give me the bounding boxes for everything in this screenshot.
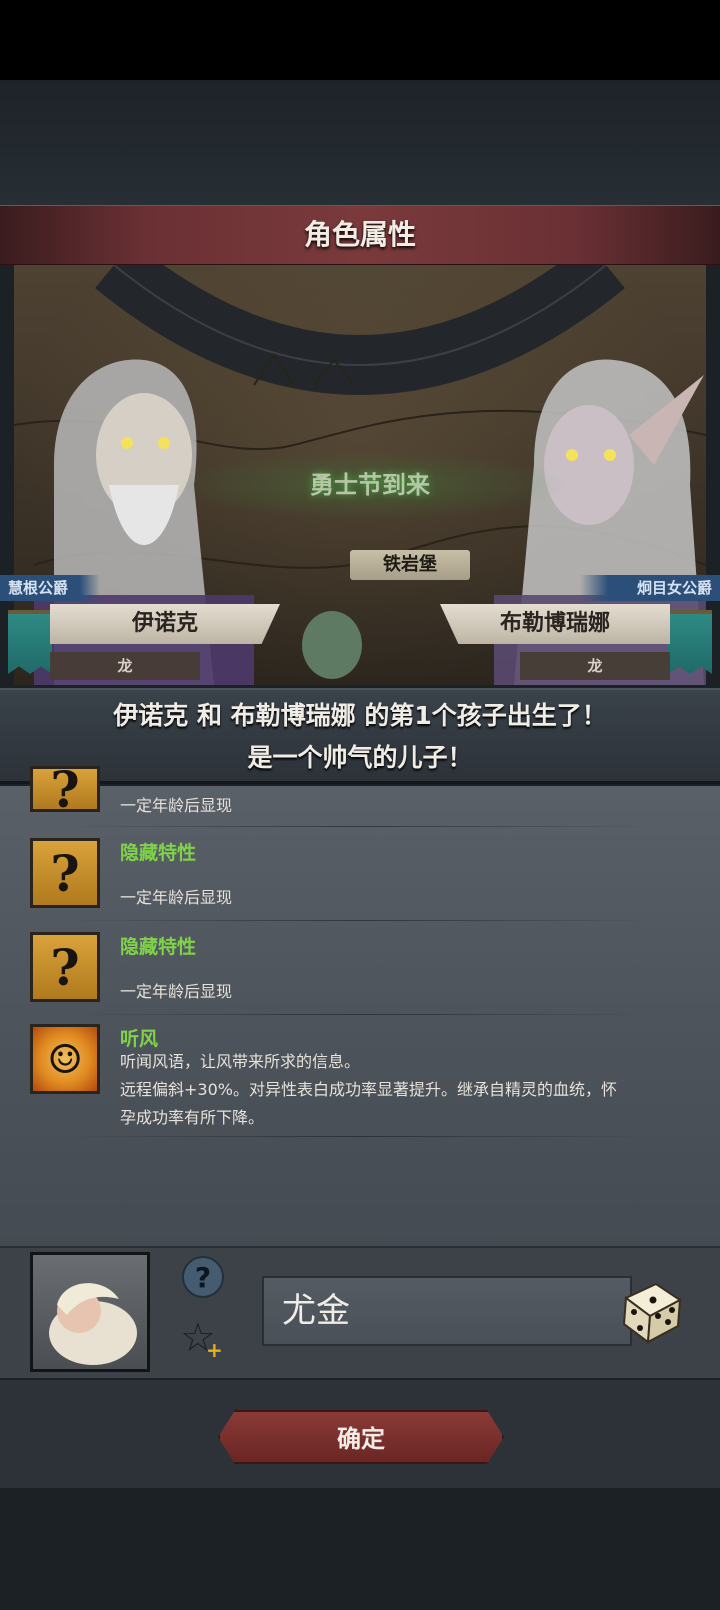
dice-icon[interactable] [616, 1276, 686, 1346]
father-house-banner-icon [8, 610, 52, 674]
smiling-sun-icon: ☺ [30, 1024, 100, 1094]
confirm-button[interactable]: 确定 [218, 1410, 504, 1464]
trait-description: 一定年龄后显现 [120, 796, 233, 815]
trait-description-line3: 孕成功率有所下降。 [120, 1108, 265, 1127]
mother-house-banner-icon [668, 610, 712, 674]
trait-item[interactable]: ? 一定年龄后显现 [30, 760, 690, 838]
mother-title: 炯目女公爵 [580, 575, 720, 601]
question-mark-icon: ? [30, 932, 100, 1002]
question-mark-icon: ? [30, 760, 100, 819]
question-mark-icon: ? [30, 838, 100, 908]
baby-avatar-icon [49, 1283, 137, 1365]
father-race: 龙 [50, 652, 200, 680]
trait-name: 隐藏特性 [120, 936, 197, 958]
bottom-background [0, 1488, 720, 1610]
divider [60, 920, 660, 921]
child-portrait [30, 1252, 150, 1372]
father-name[interactable]: 伊诺克 [50, 604, 280, 644]
mother-name[interactable]: 布勒博瑞娜 [440, 604, 670, 644]
upper-background [0, 80, 720, 205]
status-bar-area [0, 0, 720, 80]
divider [60, 1014, 660, 1015]
event-banner: 勇士节到来 [310, 471, 430, 499]
location-label: 铁岩堡 [350, 550, 470, 580]
divider [60, 1136, 660, 1137]
plus-icon: + [206, 1338, 223, 1362]
page-title: 角色属性 [303, 218, 416, 251]
trait-name: 隐藏特性 [120, 842, 197, 864]
trait-description-line1: 听闻风语，让风带来所求的信息。 [120, 1052, 361, 1071]
trait-item[interactable]: ? 隐藏特性 一定年龄后显现 [30, 838, 690, 918]
trait-description: 一定年龄后显现 [120, 982, 233, 1001]
father-title: 慧根公爵 [0, 575, 100, 601]
trait-description-line2: 远程偏斜+30%。对异性表白成功率显著提升。继承自精灵的血统，怀 [120, 1080, 617, 1099]
help-icon[interactable]: ? [182, 1256, 224, 1298]
mother-race: 龙 [520, 652, 670, 680]
trait-item[interactable]: ? 隐藏特性 一定年龄后显现 [30, 932, 690, 1012]
child-name-input[interactable] [282, 1282, 602, 1340]
divider [60, 826, 660, 827]
trait-description: 一定年龄后显现 [120, 888, 233, 907]
trait-item[interactable]: ☺ 听风 听闻风语，让风带来所求的信息。 远程偏斜+30%。对异性表白成功率显著… [30, 1024, 690, 1134]
trait-name: 听风 [120, 1028, 159, 1050]
birth-message-line1: 伊诺克 和 布勒博瑞娜 的第1个孩子出生了！ [113, 701, 607, 730]
